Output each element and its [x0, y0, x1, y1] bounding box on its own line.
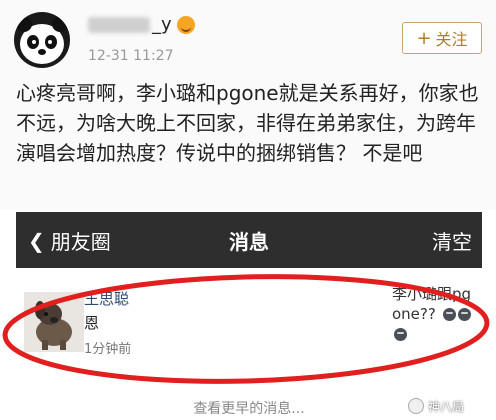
- sender-avatar[interactable]: [24, 292, 84, 352]
- panda-face-icon: [14, 12, 70, 68]
- smile-emoji-icon: [176, 15, 195, 34]
- messages-navbar: ❮ 朋友圈 消息 清空: [16, 212, 482, 268]
- wechat-messages-screenshot: ❮ 朋友圈 消息 清空 王思聪 恩 1分钟前 李小璐跟pgone?? 查看更早的…: [16, 212, 482, 420]
- weibo-post: _y 12-31 11:27 + 关注 心疼亮哥啊，李小璐和pgone就是关系再…: [0, 0, 496, 210]
- moment-preview: 李小璐跟pgone??: [392, 284, 480, 344]
- sender-name: 王思聪: [84, 290, 130, 308]
- blurred-username: [88, 16, 150, 33]
- post-timestamp: 12-31 11:27: [88, 48, 174, 64]
- watermark: 神八局: [408, 396, 464, 416]
- follow-button[interactable]: + 关注: [402, 22, 482, 54]
- post-content: 心疼亮哥啊，李小璐和pgone就是关系再好，你家也不远，为啥大晚上不回家，非得在…: [16, 81, 479, 165]
- facepalm-emoji-icon: [457, 308, 471, 321]
- wechat-logo-icon: [408, 398, 424, 414]
- message-text: 恩: [84, 314, 100, 332]
- watermark-text: 神八局: [428, 399, 465, 414]
- message-row[interactable]: 王思聪 恩 1分钟前 李小璐跟pgone??: [16, 274, 482, 382]
- follow-label: 关注: [435, 30, 468, 49]
- plus-icon: +: [416, 27, 432, 49]
- facepalm-emoji-icon: [394, 328, 407, 341]
- messages-title: 消息: [229, 230, 269, 254]
- facepalm-emoji-icon: [442, 308, 456, 321]
- dog-avatar-icon: [24, 292, 84, 352]
- message-time: 1分钟前: [84, 342, 132, 357]
- username[interactable]: _y: [88, 14, 195, 35]
- clear-button[interactable]: 清空: [432, 226, 472, 255]
- panda-avatar[interactable]: [14, 12, 70, 68]
